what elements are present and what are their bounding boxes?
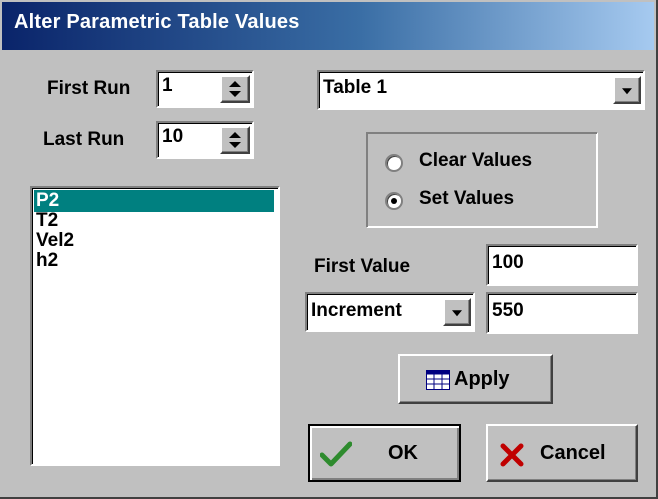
cancel-label: Cancel: [540, 442, 606, 464]
table-select[interactable]: Table 1: [317, 70, 645, 110]
title-bar[interactable]: Alter Parametric Table Values: [2, 2, 654, 50]
spin-up-icon[interactable]: [229, 132, 241, 138]
step-value-text: 550: [492, 300, 524, 321]
first-value-label: First Value: [314, 256, 411, 277]
first-run-field[interactable]: 1: [156, 70, 254, 108]
set-values-label[interactable]: Set Values: [419, 188, 514, 210]
selection-highlight: [34, 190, 274, 212]
apply-button[interactable]: Apply: [398, 354, 553, 404]
table-icon: [426, 370, 450, 390]
table-select-value: Table 1: [323, 77, 388, 98]
variable-list[interactable]: P2 T2 Vel2 h2: [30, 186, 280, 466]
step-value-input[interactable]: 550: [486, 292, 638, 334]
ok-button[interactable]: OK: [308, 424, 461, 482]
list-item[interactable]: P2: [36, 190, 59, 212]
first-run-label: First Run: [47, 78, 131, 99]
set-values-radio[interactable]: [385, 192, 403, 210]
spin-down-icon[interactable]: [229, 91, 241, 97]
last-run-value: 10: [162, 126, 184, 147]
last-run-field[interactable]: 10: [156, 121, 254, 159]
mode-group: Clear Values Set Values: [366, 132, 598, 228]
step-type-dropdown-button[interactable]: [443, 298, 471, 326]
first-value-input[interactable]: 100: [486, 244, 638, 286]
alter-parametric-dialog: Alter Parametric Table Values First Run …: [0, 0, 658, 499]
spin-up-icon[interactable]: [229, 81, 241, 87]
last-run-label: Last Run: [43, 129, 125, 150]
window-title: Alter Parametric Table Values: [14, 11, 300, 33]
cancel-button[interactable]: Cancel: [486, 424, 638, 482]
close-icon: [500, 443, 524, 467]
spin-down-icon[interactable]: [229, 142, 241, 148]
last-run-spinner[interactable]: [220, 126, 250, 154]
clear-values-radio[interactable]: [385, 154, 403, 172]
ok-label: OK: [388, 442, 418, 464]
first-value-text: 100: [492, 252, 524, 273]
radio-selected-dot: [391, 198, 397, 204]
list-item[interactable]: Vel2: [36, 230, 74, 252]
clear-values-label[interactable]: Clear Values: [419, 150, 532, 172]
table-select-dropdown-button[interactable]: [613, 76, 641, 104]
apply-label: Apply: [454, 368, 510, 390]
step-type-select[interactable]: Increment: [305, 292, 475, 332]
chevron-down-icon: [622, 88, 632, 95]
list-item[interactable]: T2: [36, 210, 58, 232]
step-type-value: Increment: [311, 300, 402, 321]
checkmark-icon: [320, 441, 352, 467]
list-item[interactable]: h2: [36, 250, 58, 272]
first-run-value: 1: [162, 75, 173, 96]
chevron-down-icon: [452, 310, 462, 317]
first-run-spinner[interactable]: [220, 75, 250, 103]
